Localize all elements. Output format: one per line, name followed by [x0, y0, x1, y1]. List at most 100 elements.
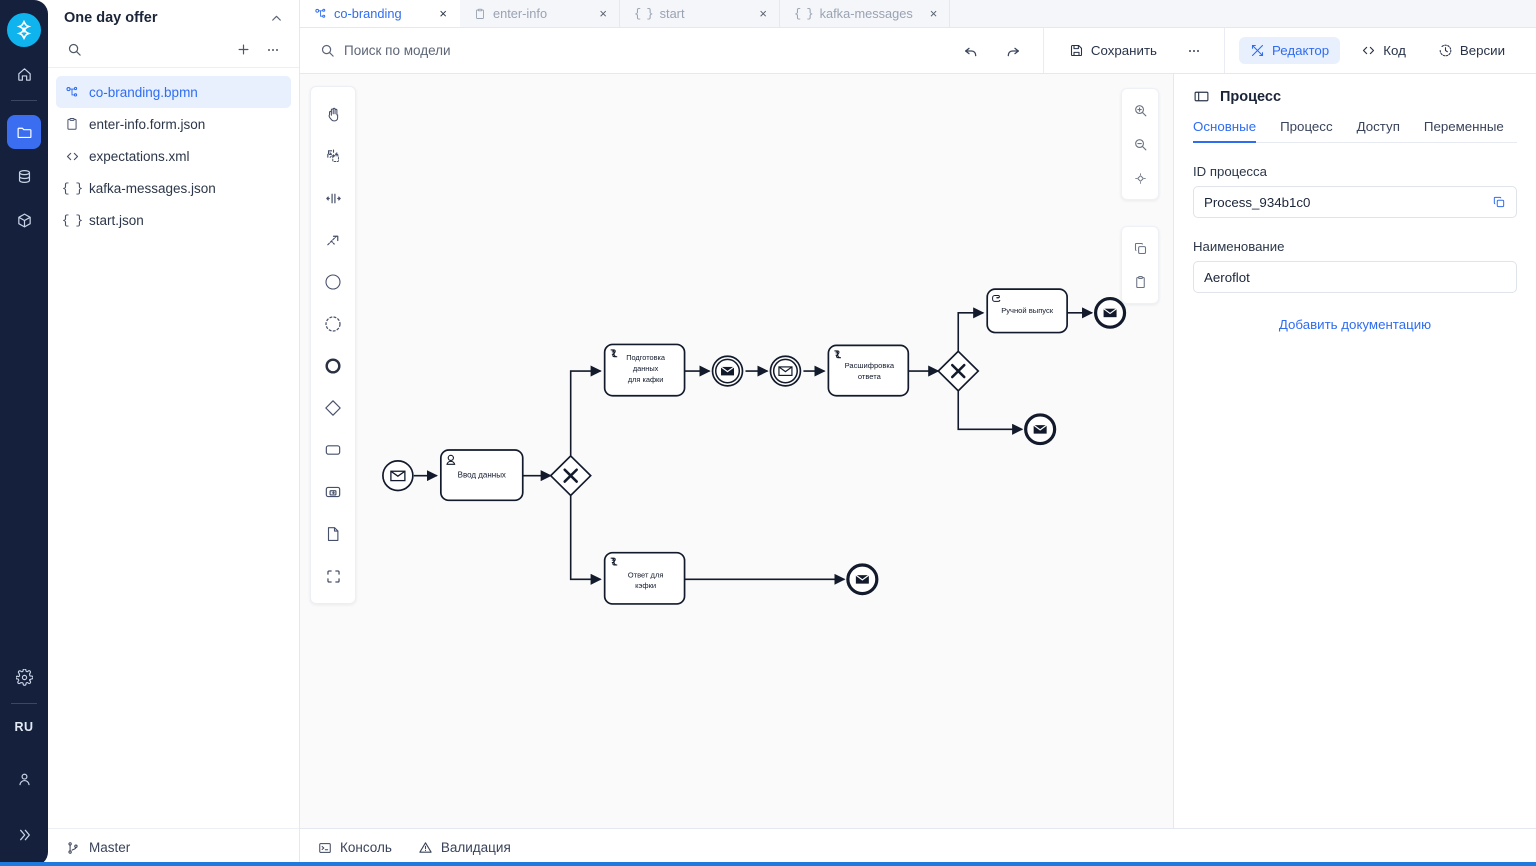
node-label: для кафки — [628, 375, 664, 384]
file-item-enter-info[interactable]: enter-info.form.json — [56, 108, 291, 140]
undo-button[interactable] — [955, 37, 987, 65]
tab-close-icon[interactable]: × — [589, 7, 607, 20]
bpmn-node-intermediate-throw-message[interactable] — [711, 355, 744, 387]
redo-button[interactable] — [997, 37, 1029, 65]
bpmn-node-end-message-event-1[interactable] — [1093, 296, 1127, 329]
view-tab-label: Редактор — [1271, 43, 1330, 58]
search-icon[interactable] — [62, 38, 86, 62]
bpmn-node-script-task-kafka-answer[interactable]: Ответ для кэфки — [603, 551, 686, 605]
editor-icon — [1250, 43, 1265, 58]
node-label: Подготовка — [626, 353, 666, 362]
tab-enter-info[interactable]: enter-info × — [460, 0, 620, 27]
view-tab-editor[interactable]: Редактор — [1238, 37, 1341, 64]
bpmn-node-intermediate-catch-message[interactable] — [769, 355, 802, 387]
chevron-up-icon[interactable] — [270, 12, 283, 25]
bpmn-node-end-message-event-2[interactable] — [1024, 413, 1057, 446]
rail-language-switch[interactable]: RU — [14, 720, 33, 734]
file-item-start[interactable]: { } start.json — [56, 204, 291, 236]
properties-tab-process[interactable]: Процесс — [1280, 119, 1333, 142]
bpmn-canvas[interactable]: Ввод данных Подготовка данных для кафки … — [300, 74, 1174, 828]
node-label: Ручной выпуск — [1001, 306, 1054, 315]
file-item-co-branding[interactable]: co-branding.bpmn — [56, 76, 291, 108]
bpmn-node-script-task-prep-kafka[interactable]: Подготовка данных для кафки — [603, 343, 686, 397]
save-label: Сохранить — [1090, 43, 1157, 58]
bpmn-node-exclusive-gateway-1[interactable] — [549, 454, 592, 497]
file-list: co-branding.bpmn enter-info.form.json ex… — [48, 68, 299, 828]
view-tab-label: Код — [1383, 43, 1406, 58]
console-label: Консоль — [340, 840, 392, 855]
app-logo-icon[interactable] — [7, 13, 41, 47]
tab-start[interactable]: { } start × — [620, 0, 780, 27]
add-documentation-link[interactable]: Добавить документацию — [1193, 317, 1517, 332]
bottom-accent-strip — [0, 862, 1536, 866]
rail-item-settings[interactable] — [7, 660, 41, 694]
branch-label: Master — [89, 840, 131, 855]
project-title: One day offer — [64, 10, 158, 26]
bpmn-node-end-message-event-3[interactable] — [846, 563, 879, 596]
bpmn-node-manual-task-manual-release[interactable]: Ручной выпуск — [986, 288, 1068, 334]
rail-item-home[interactable] — [7, 57, 41, 91]
add-file-button[interactable] — [231, 38, 255, 62]
tab-co-branding[interactable]: co-branding × — [300, 0, 460, 27]
process-name-label: Наименование — [1193, 239, 1285, 254]
console-button[interactable]: Консоль — [318, 840, 392, 855]
copy-icon[interactable] — [1492, 195, 1506, 209]
bpmn-diagram[interactable]: Ввод данных Подготовка данных для кафки … — [300, 74, 1173, 828]
properties-tab-main[interactable]: Основные — [1193, 119, 1257, 143]
json-icon: { } — [61, 180, 83, 196]
properties-tab-variables[interactable]: Переменные — [1424, 119, 1504, 142]
branch-icon — [66, 841, 80, 855]
bpmn-icon — [64, 84, 80, 100]
form-icon — [64, 116, 80, 132]
file-item-expectations[interactable]: expectations.xml — [56, 140, 291, 172]
tab-close-icon[interactable]: × — [429, 7, 447, 20]
warning-icon — [418, 840, 433, 855]
tab-close-icon[interactable]: × — [749, 7, 767, 20]
rail-item-account[interactable] — [7, 762, 41, 796]
bpmn-node-start-message-event[interactable] — [382, 460, 414, 492]
rail-item-deploy[interactable] — [7, 203, 41, 237]
model-search-placeholder: Поиск по модели — [344, 43, 451, 58]
process-id-value: Process_934b1c0 — [1204, 194, 1311, 210]
toolbar-more-button[interactable] — [1178, 37, 1210, 65]
bpmn-node-user-task-enter-data[interactable]: Ввод данных — [439, 449, 524, 502]
view-tab-versions[interactable]: Версии — [1427, 37, 1516, 64]
history-group — [941, 28, 1043, 73]
sidebar-more-button[interactable] — [261, 38, 285, 62]
form-icon — [474, 8, 486, 20]
sequence-flows — [413, 307, 1094, 585]
node-label: Ответ для — [628, 570, 664, 579]
json-icon: { } — [61, 212, 83, 228]
file-item-kafka-messages[interactable]: { } kafka-messages.json — [56, 172, 291, 204]
tab-kafka-messages[interactable]: { } kafka-messages × — [780, 0, 951, 27]
branch-indicator[interactable]: Master — [48, 828, 299, 866]
console-icon — [318, 841, 332, 855]
validation-button[interactable]: Валидация — [418, 840, 511, 855]
bpmn-node-exclusive-gateway-2[interactable] — [937, 350, 980, 392]
validation-label: Валидация — [440, 840, 511, 855]
rail-expand-button[interactable] — [7, 818, 41, 852]
save-button[interactable]: Сохранить — [1058, 37, 1168, 64]
bpmn-node-script-task-decrypt[interactable]: Расшифровка ответа — [827, 344, 910, 397]
model-search-input[interactable]: Поиск по модели — [300, 28, 941, 73]
tab-label: enter-info — [493, 6, 548, 21]
global-nav-rail: RU — [0, 0, 48, 866]
properties-tab-access[interactable]: Доступ — [1357, 119, 1400, 142]
node-label: данных — [633, 364, 659, 373]
json-icon: { } — [794, 6, 814, 21]
save-icon — [1069, 43, 1084, 58]
json-icon: { } — [634, 6, 654, 21]
tab-close-icon[interactable]: × — [920, 7, 938, 20]
process-id-field[interactable]: Process_934b1c0 — [1193, 186, 1517, 218]
rail-divider-bottom — [11, 703, 37, 704]
sidebar-header: One day offer — [48, 4, 299, 32]
node-label: кэфки — [635, 581, 656, 590]
process-id-label: ID процесса — [1193, 164, 1267, 179]
process-name-field[interactable]: Aeroflot — [1193, 261, 1517, 293]
rail-item-database[interactable] — [7, 159, 41, 193]
view-tab-label: Версии — [1459, 43, 1505, 58]
node-label: Расшифровка — [845, 361, 895, 370]
rail-item-projects[interactable] — [7, 115, 41, 149]
view-tab-code[interactable]: Код — [1350, 37, 1417, 64]
code-icon — [1361, 43, 1376, 58]
